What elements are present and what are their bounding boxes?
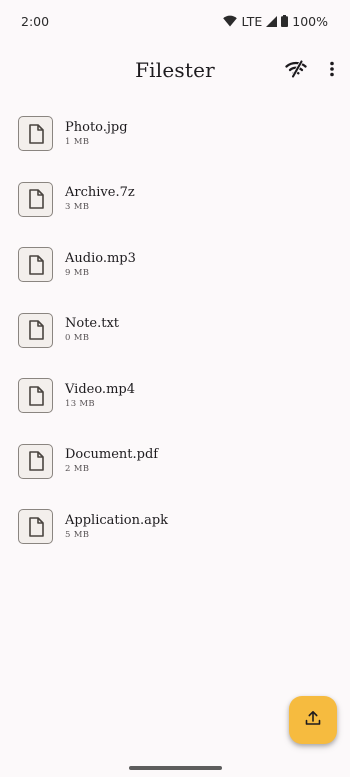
- file-name: Photo.jpg: [65, 119, 128, 135]
- app-bar: Filester: [0, 42, 350, 100]
- file-size: 3 MB: [65, 202, 90, 213]
- file-size: 13 MB: [65, 398, 95, 409]
- network-type: LTE: [241, 13, 263, 29]
- file-icon: [18, 116, 53, 152]
- wifi-icon: [223, 15, 238, 27]
- file-size: 2 MB: [65, 464, 90, 475]
- more-vert-icon: [329, 61, 335, 81]
- file-list: Photo.jpg 1 MB Archive.7z 3 MB Audio.mp3…: [0, 101, 350, 560]
- status-time: 2:00: [21, 13, 50, 29]
- status-icons: LTE 100%: [223, 14, 328, 29]
- upload-icon: [305, 710, 321, 730]
- file-name: Archive.7z: [65, 185, 135, 201]
- file-item[interactable]: Video.mp4 13 MB: [0, 363, 350, 429]
- file-size: 5 MB: [65, 529, 90, 540]
- file-name: Audio.mp3: [65, 250, 136, 266]
- file-item[interactable]: Archive.7z 3 MB: [0, 167, 350, 233]
- file-name: Application.apk: [65, 512, 169, 528]
- more-options-button[interactable]: [316, 55, 348, 87]
- gesture-navigation-handle[interactable]: [129, 766, 222, 770]
- file-item[interactable]: Photo.jpg 1 MB: [0, 101, 350, 167]
- upload-button[interactable]: [289, 696, 337, 744]
- file-item[interactable]: Note.txt 0 MB: [0, 298, 350, 364]
- file-item[interactable]: Document.pdf 2 MB: [0, 429, 350, 495]
- wifi-sharing-icon: [285, 59, 307, 82]
- file-icon: [18, 509, 53, 545]
- file-name: Video.mp4: [65, 381, 135, 397]
- file-icon: [18, 181, 53, 217]
- file-icon: [18, 312, 53, 348]
- file-icon: [18, 378, 53, 414]
- file-size: 0 MB: [65, 333, 90, 344]
- file-icon: [18, 247, 53, 283]
- file-item[interactable]: Application.apk 5 MB: [0, 494, 350, 560]
- file-name: Note.txt: [65, 316, 120, 332]
- status-bar: 2:00 LTE 100%: [0, 0, 350, 42]
- wifi-sharing-button[interactable]: [280, 55, 312, 87]
- battery-icon: [281, 15, 289, 27]
- file-name: Document.pdf: [65, 447, 159, 463]
- battery-level: 100%: [292, 13, 328, 29]
- file-size: 1 MB: [65, 136, 90, 147]
- cellular-signal-icon: [266, 15, 278, 27]
- file-size: 9 MB: [65, 267, 90, 278]
- file-icon: [18, 443, 53, 479]
- file-item[interactable]: Audio.mp3 9 MB: [0, 232, 350, 298]
